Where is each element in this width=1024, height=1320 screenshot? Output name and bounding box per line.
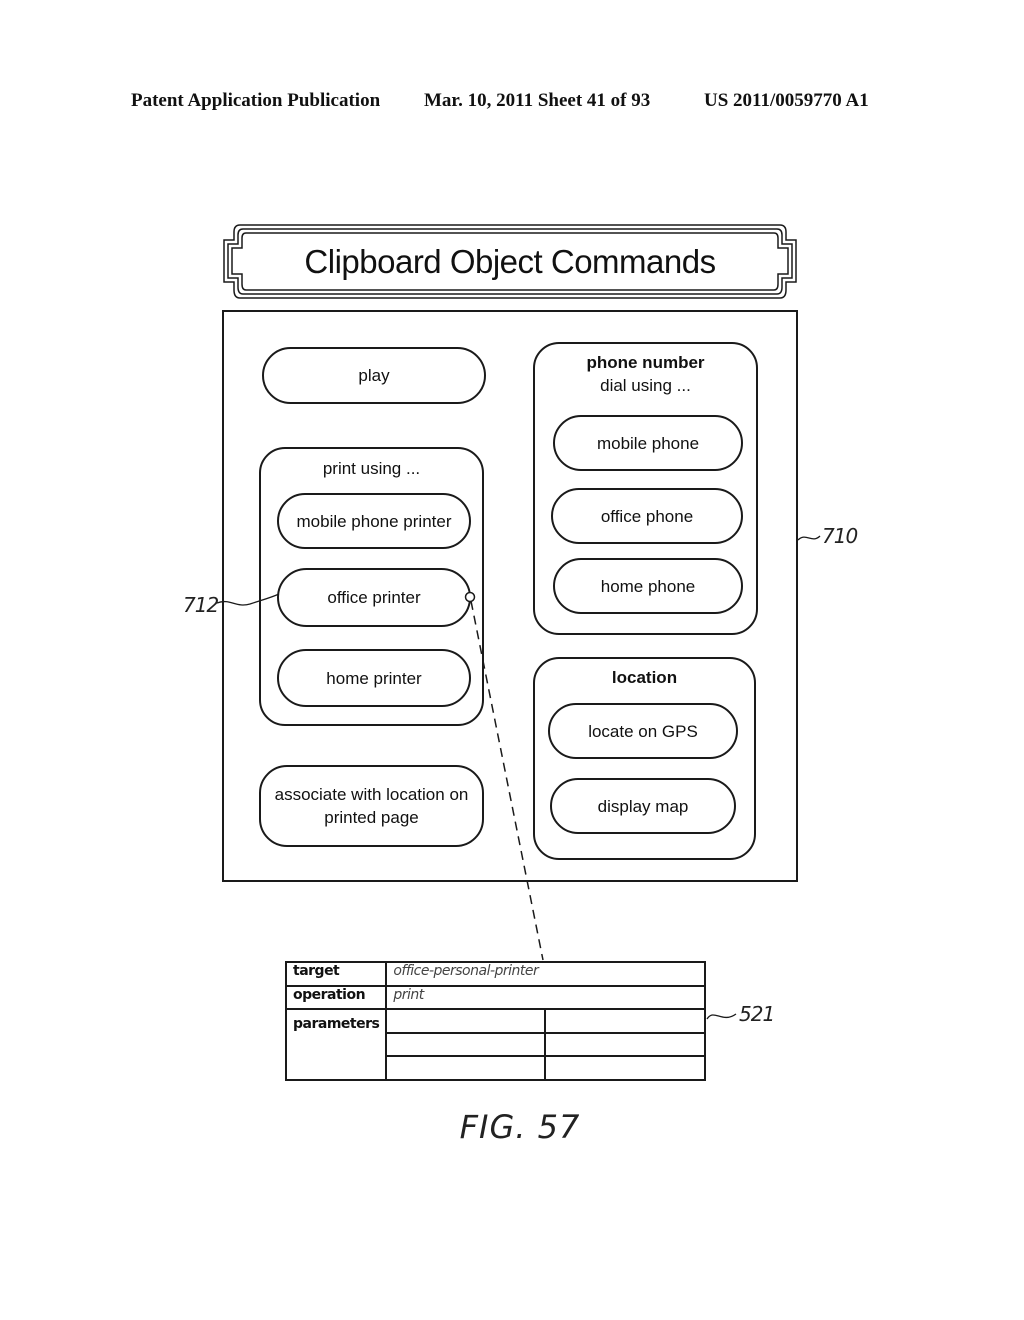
publication-label: Patent Application Publication <box>131 90 381 111</box>
location-group-title: location <box>611 668 678 687</box>
office-phone-button[interactable]: office phone <box>551 488 743 544</box>
table-row: operation print <box>284 984 706 1011</box>
parameter-cell <box>543 1031 707 1058</box>
parameter-cell <box>543 1055 707 1081</box>
record-value-operation: print <box>385 984 706 1011</box>
parameter-cell <box>385 1031 546 1058</box>
home-phone-button[interactable]: home phone <box>553 558 743 614</box>
play-button[interactable]: play <box>262 347 486 404</box>
record-key-parameters: parameters <box>284 1008 388 1081</box>
associate-location-button[interactable]: associate with location on printed page <box>259 765 484 847</box>
patent-number: US 2011/0059770 A1 <box>704 90 869 111</box>
home-printer-button[interactable]: home printer <box>277 649 471 707</box>
figure-label: FIG. 57 <box>459 1108 581 1146</box>
table-row: parameters <box>284 1008 707 1081</box>
panel-title: Clipboard Object Commands <box>304 243 716 280</box>
record-key-operation: operation <box>284 984 388 1011</box>
office-printer-button[interactable]: office printer <box>277 568 471 627</box>
date-sheet-label: Mar. 10, 2011 Sheet 41 of 93 <box>424 90 651 111</box>
phone-group-subtitle: dial using ... <box>600 376 691 395</box>
reference-710: 710 <box>822 524 858 548</box>
command-record-table: target office-personal-printer operation… <box>284 961 707 1081</box>
record-key-target: target <box>284 961 388 987</box>
reference-521: 521 <box>739 1002 775 1026</box>
parameter-cell <box>385 1008 546 1034</box>
parameter-cell <box>543 1008 707 1034</box>
mobile-phone-printer-button[interactable]: mobile phone printer <box>277 493 471 549</box>
parameter-cell <box>385 1055 546 1081</box>
print-group-title: print using ... <box>322 459 421 478</box>
reference-712: 712 <box>183 593 219 617</box>
phone-group-title: phone number <box>586 353 705 372</box>
mobile-phone-button[interactable]: mobile phone <box>553 415 743 471</box>
locate-on-gps-button[interactable]: locate on GPS <box>548 703 738 759</box>
display-map-button[interactable]: display map <box>550 778 736 834</box>
leader-521 <box>706 1013 737 1020</box>
record-value-target: office-personal-printer <box>385 961 706 987</box>
leader-710 <box>797 535 821 541</box>
table-row: target office-personal-printer <box>284 961 706 987</box>
